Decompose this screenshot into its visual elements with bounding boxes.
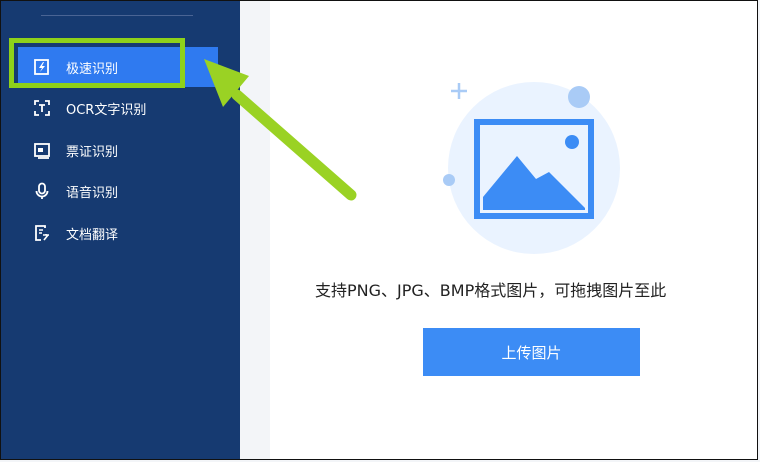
sidebar-item-voice[interactable]: 语音识别 bbox=[18, 171, 218, 211]
sidebar-item-fast-recognition[interactable]: 极速识别 bbox=[18, 47, 218, 87]
text-scan-icon bbox=[32, 98, 52, 118]
upload-hint: 支持PNG、JPG、BMP格式图片，可拖拽图片至此 bbox=[315, 281, 667, 300]
lightning-doc-icon bbox=[32, 57, 52, 77]
doc-translate-icon bbox=[32, 223, 52, 243]
sidebar-item-translate[interactable]: 文档翻译 bbox=[18, 213, 218, 253]
image-placeholder-icon bbox=[441, 79, 621, 258]
panel-gutter bbox=[240, 1, 270, 459]
microphone-icon bbox=[32, 181, 52, 201]
sidebar: 极速识别 OCR文字识别 票证识别 语音识别 文档翻译 bbox=[1, 1, 240, 459]
sidebar-item-label: 极速识别 bbox=[66, 61, 119, 77]
app-window: 极速识别 OCR文字识别 票证识别 语音识别 文档翻译 支持PNG、JPG、BM… bbox=[0, 0, 758, 460]
sidebar-item-label: 票证识别 bbox=[66, 144, 119, 160]
sidebar-item-ticket[interactable]: 票证识别 bbox=[18, 130, 218, 170]
sidebar-item-ocr[interactable]: OCR文字识别 bbox=[18, 88, 218, 128]
sidebar-item-label: 语音识别 bbox=[66, 185, 119, 201]
sidebar-item-label: 文档翻译 bbox=[66, 227, 119, 243]
upload-image-button[interactable]: 上传图片 bbox=[423, 328, 640, 376]
sidebar-item-label: OCR文字识别 bbox=[66, 102, 147, 118]
id-card-icon bbox=[32, 140, 52, 160]
sidebar-divider bbox=[41, 15, 193, 16]
